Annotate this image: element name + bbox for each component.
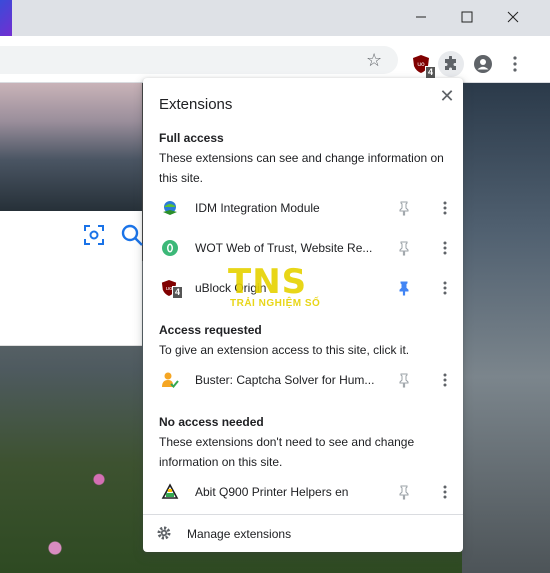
svg-text:uo: uo (417, 61, 425, 68)
hero-image (0, 83, 142, 211)
extension-name: IDM Integration Module (195, 201, 320, 215)
more-vertical-icon (513, 56, 517, 72)
extension-row-idm[interactable]: IDM Integration Module (143, 190, 463, 226)
extension-row-wot[interactable]: WOT Web of Trust, Website Re... (143, 230, 463, 266)
close-window-button[interactable] (490, 0, 536, 34)
title-bar (0, 0, 550, 44)
extensions-button[interactable] (438, 51, 464, 77)
extensions-popup: Extensions ✕ Full access These extension… (143, 78, 463, 552)
extension-row-buster[interactable]: Buster: Captcha Solver for Hum... (143, 362, 463, 398)
pin-icon[interactable] (396, 372, 412, 388)
buster-icon (162, 372, 179, 388)
more-vertical-icon (443, 373, 447, 387)
extension-name: WOT Web of Trust, Website Re... (195, 241, 373, 255)
extension-name: Buster: Captcha Solver for Hum... (195, 373, 375, 387)
wot-icon (162, 240, 178, 256)
more-options-button[interactable] (437, 484, 453, 500)
idm-icon (163, 201, 177, 215)
browser-toolbar: ☆ uo 4 (0, 36, 550, 83)
more-options-button[interactable] (437, 240, 453, 256)
maximize-button[interactable] (444, 0, 490, 34)
popup-title: Extensions (159, 96, 233, 113)
popup-close-button[interactable]: ✕ (437, 86, 457, 106)
maximize-icon (461, 11, 473, 23)
manage-extensions-link[interactable]: Manage extensions (187, 527, 291, 541)
more-options-button[interactable] (437, 280, 453, 296)
pin-icon-active[interactable] (396, 280, 412, 296)
section-no-access-title: No access needed (159, 415, 264, 429)
minimize-icon (416, 16, 426, 18)
extension-name: Abit Q900 Printer Helpers en (195, 485, 349, 499)
profile-button[interactable] (470, 51, 496, 77)
section-access-requested-title: Access requested (159, 323, 262, 337)
section-full-access-title: Full access (159, 131, 224, 145)
more-vertical-icon (443, 485, 447, 499)
address-bar[interactable]: ☆ (0, 46, 398, 74)
close-icon: ✕ (439, 85, 455, 106)
more-vertical-icon (443, 241, 447, 255)
ublock-badge: 4 (171, 286, 183, 299)
more-vertical-icon (443, 281, 447, 295)
printer-icon (161, 483, 179, 499)
section-no-access-desc: These extensions don't need to see and c… (159, 435, 415, 469)
background-rocks (462, 83, 550, 573)
section-access-requested-desc: To give an extension access to this site… (159, 343, 410, 357)
close-icon (507, 11, 519, 23)
ublock-toolbar-button[interactable]: uo 4 (408, 51, 436, 79)
manage-extensions-row[interactable]: Manage extensions (143, 514, 463, 553)
search-panel (0, 211, 144, 346)
pin-icon[interactable] (396, 484, 412, 500)
pin-icon[interactable] (396, 200, 412, 216)
avatar-icon (474, 55, 492, 73)
section-full-access-desc: These extensions can see and change info… (159, 151, 444, 185)
more-vertical-icon (443, 201, 447, 215)
extension-row-ublock[interactable]: uo 4 uBlock Origin (143, 270, 463, 306)
gear-icon (157, 526, 171, 540)
minimize-button[interactable] (398, 0, 444, 34)
search-icon[interactable] (120, 223, 144, 247)
browser-menu-button[interactable] (502, 51, 528, 77)
extension-row-printer[interactable]: Abit Q900 Printer Helpers en (143, 474, 463, 510)
pin-icon[interactable] (396, 240, 412, 256)
lens-icon[interactable] (82, 223, 106, 247)
more-options-button[interactable] (437, 200, 453, 216)
puzzle-icon (445, 56, 456, 70)
extension-name: uBlock Origin (195, 281, 267, 295)
more-options-button[interactable] (437, 372, 453, 388)
star-icon[interactable]: ☆ (366, 50, 382, 71)
ublock-ext-icon: uo 4 (161, 279, 183, 301)
